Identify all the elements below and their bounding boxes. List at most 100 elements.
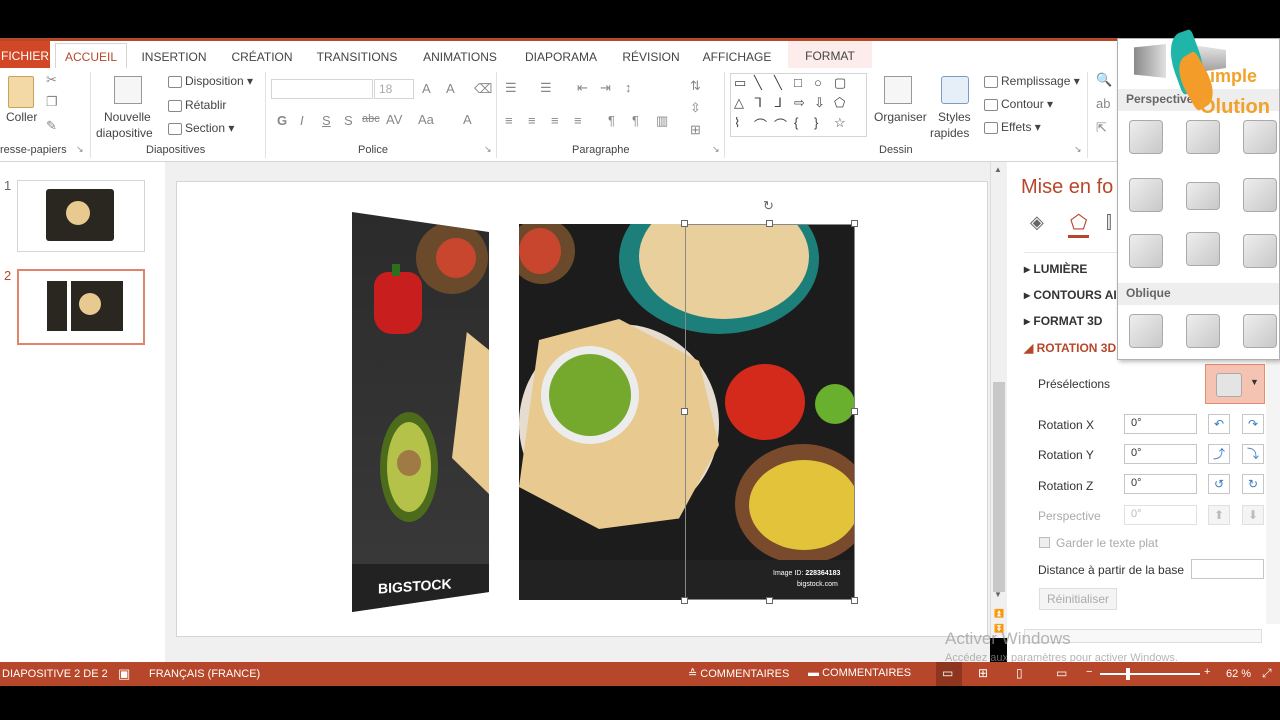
shapes-gallery[interactable]: ▭ ╲ ╲ □ ○ ▢ △ ᒣ ᒧ ⇨ ⇩ ⬠ ⌇ ⌒ ⌒ { } ☆: [730, 73, 867, 137]
preset-perspective-icon[interactable]: [1129, 178, 1163, 212]
arrow-right-icon[interactable]: ⇨: [794, 95, 805, 111]
columns-icon[interactable]: ▥: [656, 113, 668, 129]
shape-outline-button[interactable]: Contour ▾: [984, 97, 1053, 111]
cut-icon[interactable]: ✂: [46, 72, 57, 88]
zoom-slider[interactable]: [1100, 673, 1200, 675]
perspective-up-icon[interactable]: ⬆: [1208, 505, 1230, 525]
slide-thumbnail-2[interactable]: [17, 269, 145, 345]
line-spacing-icon[interactable]: ↕: [625, 80, 632, 95]
format-painter-icon[interactable]: ✎: [46, 118, 57, 134]
tab-home[interactable]: ACCUEIL: [55, 43, 127, 71]
reset-button[interactable]: Rétablir: [168, 98, 226, 112]
ltr-icon[interactable]: ¶: [632, 113, 639, 128]
decrease-indent-icon[interactable]: ⇤: [577, 80, 588, 96]
dialog-launcher-icon[interactable]: ↘: [76, 144, 84, 155]
new-slide-button-line2[interactable]: diapositive: [96, 126, 153, 140]
dialog-launcher-icon[interactable]: ↘: [712, 144, 720, 155]
change-case-icon[interactable]: Aa: [418, 112, 434, 127]
paste-icon[interactable]: [8, 76, 34, 108]
find-icon[interactable]: 🔍: [1096, 72, 1112, 88]
resize-handle[interactable]: [851, 220, 858, 227]
section-button[interactable]: Section ▾: [168, 121, 234, 135]
brace-left-icon[interactable]: {: [794, 115, 798, 130]
increase-indent-icon[interactable]: ⇥: [600, 80, 611, 96]
align-left-icon[interactable]: ≡: [505, 113, 513, 128]
select-icon[interactable]: ⇱: [1096, 120, 1107, 136]
rotate-right-icon[interactable]: ↷: [1242, 414, 1264, 434]
preset-oblique-icon[interactable]: [1129, 314, 1163, 348]
char-spacing-icon[interactable]: AV: [386, 112, 402, 127]
rotate-handle-icon[interactable]: ↻: [763, 198, 774, 214]
quick-styles-icon[interactable]: [941, 76, 969, 104]
rotate-up-icon[interactable]: ⤴: [1208, 444, 1230, 464]
resize-handle[interactable]: [681, 408, 688, 415]
preset-perspective-icon[interactable]: [1186, 232, 1220, 266]
copy-icon[interactable]: ❐: [46, 94, 58, 110]
tab-file[interactable]: FICHIER: [0, 41, 50, 71]
paste-button[interactable]: Coller: [6, 110, 37, 124]
scroll-down-icon[interactable]: ▼: [994, 590, 1002, 599]
rotation-x-input[interactable]: 0°: [1124, 414, 1197, 434]
line-icon[interactable]: ╲: [774, 75, 782, 91]
oval-icon[interactable]: ○: [814, 75, 822, 90]
grow-font-icon[interactable]: A: [422, 81, 431, 96]
rotate-cw-icon[interactable]: ↻: [1242, 474, 1264, 494]
language-indicator[interactable]: FRANÇAIS (FRANCE): [149, 668, 260, 680]
underline-icon[interactable]: S: [322, 113, 331, 128]
fit-slide-icon[interactable]: ⤢: [1262, 666, 1272, 681]
preset-perspective-icon[interactable]: [1243, 120, 1277, 154]
resize-handle[interactable]: [851, 597, 858, 604]
font-family-select[interactable]: [271, 79, 373, 99]
connector-icon[interactable]: ᒧ: [774, 95, 782, 111]
tab-animations[interactable]: ANIMATIONS: [415, 45, 505, 69]
quick-styles-button-line2[interactable]: rapides: [930, 126, 969, 140]
preset-perspective-icon[interactable]: [1243, 234, 1277, 268]
pentagon-icon[interactable]: ⬠: [834, 95, 845, 111]
replace-icon[interactable]: ab: [1096, 96, 1110, 111]
tab-review[interactable]: RÉVISION: [616, 45, 686, 69]
spellcheck-icon[interactable]: ▣: [118, 666, 130, 682]
rotate-down-icon[interactable]: ⤵: [1242, 444, 1264, 464]
justify-icon[interactable]: ≡: [574, 113, 582, 128]
reset-rotation-button[interactable]: Réinitialiser: [1039, 588, 1117, 610]
zoom-in-icon[interactable]: +: [1204, 666, 1210, 678]
comments-button[interactable]: ▬ COMMENTAIRES: [808, 667, 911, 679]
brace-right-icon[interactable]: }: [814, 115, 818, 130]
notes-button[interactable]: ≙ COMMENTAIRES: [688, 667, 789, 680]
rtl-icon[interactable]: ¶: [608, 113, 615, 128]
preset-perspective-icon[interactable]: [1243, 178, 1277, 212]
slide-sorter-icon[interactable]: ⊞: [978, 666, 988, 680]
section-rotation-3d[interactable]: ◢ ROTATION 3D: [1024, 341, 1116, 355]
text-direction-icon[interactable]: ⇅: [690, 78, 701, 94]
numbering-icon[interactable]: ☰: [540, 80, 552, 96]
resize-handle[interactable]: [766, 220, 773, 227]
resize-handle[interactable]: [851, 408, 858, 415]
star-icon[interactable]: ☆: [834, 115, 846, 131]
scroll-thumb[interactable]: [993, 382, 1005, 592]
preset-perspective-icon[interactable]: [1129, 234, 1163, 268]
section-contours[interactable]: ▸ CONTOURS AI: [1024, 288, 1117, 302]
clear-format-icon[interactable]: ⌫: [474, 81, 492, 97]
align-right-icon[interactable]: ≡: [551, 113, 559, 128]
zoom-out-icon[interactable]: −: [1086, 666, 1092, 678]
preset-perspective-icon[interactable]: [1186, 182, 1220, 210]
resize-handle[interactable]: [681, 220, 688, 227]
shape-effects-button[interactable]: Effets ▾: [984, 120, 1041, 134]
tab-format[interactable]: FORMAT: [788, 41, 872, 71]
shrink-font-icon[interactable]: A: [446, 81, 455, 96]
shape-fill-button[interactable]: Remplissage ▾: [984, 74, 1080, 88]
slide-scrollbar[interactable]: ▲ ▼ ⏫ ⏬: [990, 162, 1007, 638]
resize-handle[interactable]: [766, 597, 773, 604]
presets-dropdown[interactable]: ▼: [1205, 364, 1265, 404]
italic-icon[interactable]: I: [300, 113, 304, 128]
layout-button[interactable]: Disposition ▾: [168, 74, 253, 88]
slideshow-icon[interactable]: ▭: [1056, 666, 1067, 680]
textbox-icon[interactable]: ▭: [734, 75, 746, 91]
freeform-icon[interactable]: ⌇: [734, 115, 740, 131]
rotation-y-input[interactable]: 0°: [1124, 444, 1197, 464]
tab-transitions[interactable]: TRANSITIONS: [310, 45, 404, 69]
font-color-icon[interactable]: A: [463, 112, 472, 127]
preset-parallel-icon[interactable]: [1134, 44, 1166, 78]
tab-design[interactable]: CRÉATION: [226, 45, 298, 69]
quick-styles-button[interactable]: Styles: [938, 110, 971, 124]
